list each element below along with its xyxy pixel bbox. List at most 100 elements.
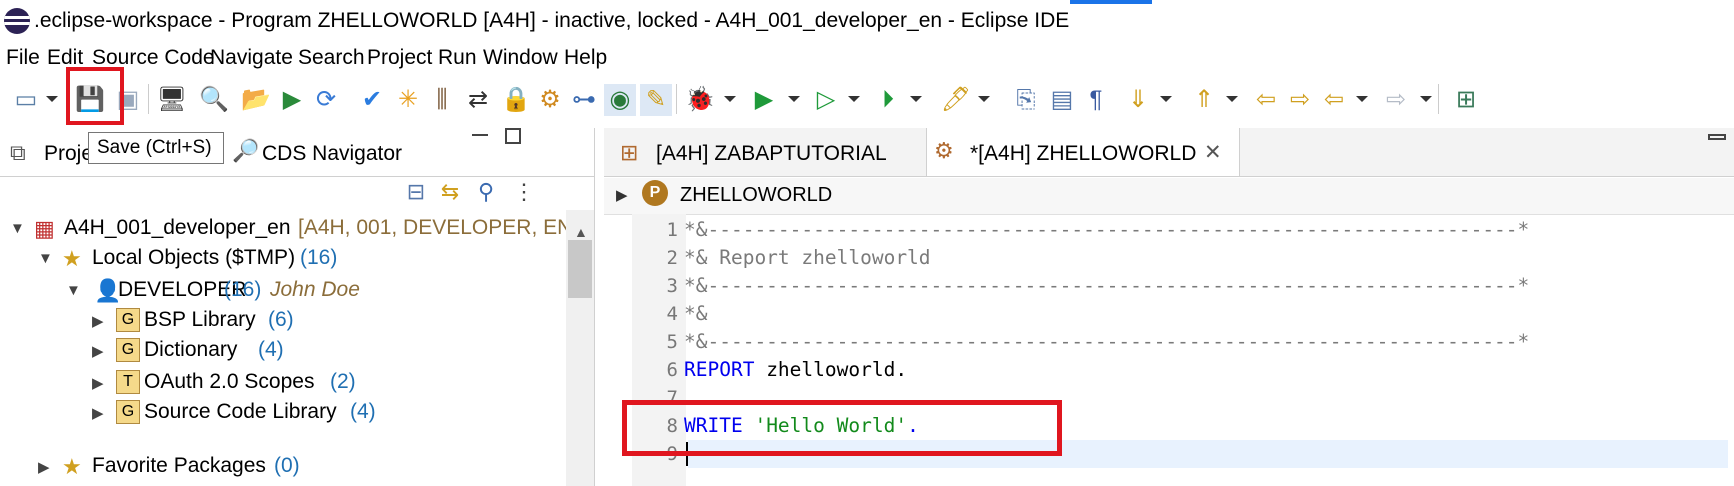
code-line-3[interactable]: *&--------------------------------------…	[684, 274, 1529, 297]
link-with-editor-icon[interactable]: ⇆	[434, 176, 466, 208]
hierarchy-icon[interactable]: ⊶	[568, 84, 600, 116]
new-dropdown-icon[interactable]	[46, 96, 58, 102]
monitor-icon[interactable]: 🖥	[156, 84, 188, 116]
compare-icon[interactable]: ⇄	[462, 84, 494, 116]
abap-project-icon: ▦	[34, 216, 55, 241]
tab-project-explorer[interactable]: Proje	[44, 142, 93, 166]
toolbar-separator	[148, 84, 149, 114]
chevron-right-icon[interactable]: ▶	[616, 186, 628, 204]
external-tools-icon[interactable]: ⏵	[872, 84, 904, 116]
tree-item-count: (4)	[258, 338, 284, 361]
minimize-icon[interactable]	[472, 134, 488, 136]
menu-run[interactable]: Run	[438, 46, 477, 70]
forward-icon[interactable]: ⇨	[1380, 84, 1412, 116]
tree-scrollbar-thumb[interactable]	[568, 240, 592, 298]
tree-item-source-code-library[interactable]: ▶ G Source Code Library (4)	[0, 398, 566, 430]
chevron-down-icon[interactable]: ▼	[66, 282, 81, 299]
back-icon[interactable]: ⇦	[1318, 84, 1350, 116]
line-number: 2	[666, 247, 678, 269]
tab-zabaptutorial[interactable]: [A4H] ZABAPTUTORIAL	[656, 142, 887, 166]
menu-window[interactable]: Window	[483, 46, 558, 70]
debug-icon[interactable]: 🐞	[684, 84, 716, 116]
highlight-icon[interactable]: ✎	[640, 84, 672, 116]
annotation-icon[interactable]: ⎘	[1010, 84, 1042, 116]
menu-search[interactable]: Search	[298, 46, 365, 70]
whitespace-icon[interactable]: ¶	[1080, 84, 1112, 116]
tree-item-dictionary[interactable]: ▶ G Dictionary (4)	[0, 336, 566, 368]
open-folder-icon[interactable]: 📂	[240, 84, 272, 116]
run-dropdown-icon[interactable]	[788, 96, 800, 102]
tab-zhelloworld-label: *[A4H] ZHELLOWORLD	[970, 142, 1197, 165]
program-name: zhelloworld.	[754, 358, 908, 381]
previous-annotation-icon[interactable]: ⇑	[1188, 84, 1220, 116]
chevron-right-icon[interactable]: ▶	[92, 312, 104, 330]
run-profile-dropdown-icon[interactable]	[848, 96, 860, 102]
new-icon[interactable]: ▭	[10, 84, 42, 116]
open-perspective-icon[interactable]: ⊞	[1450, 84, 1482, 116]
minimize-icon[interactable]	[1708, 134, 1726, 140]
tree-item-label: OAuth 2.0 Scopes	[144, 370, 315, 393]
last-edit-icon[interactable]: ⇦	[1250, 84, 1282, 116]
back-dropdown-icon[interactable]	[1356, 96, 1368, 102]
tree-item-project[interactable]: ▼ ▦ A4H_001_developer_en [A4H, 001, DEVE…	[0, 214, 578, 246]
scroll-up-icon[interactable]: ▲	[574, 224, 588, 240]
chevron-right-icon[interactable]: ▶	[92, 404, 104, 422]
eclipse-logo-icon	[4, 8, 30, 34]
chevron-right-icon[interactable]: ▶	[92, 374, 104, 392]
next-annotation-dropdown-icon[interactable]	[1160, 96, 1172, 102]
transport-icon[interactable]: ⚙	[534, 84, 566, 116]
forward-edit-icon[interactable]: ⇨	[1284, 84, 1316, 116]
marker-dropdown-icon[interactable]	[978, 96, 990, 102]
menu-project[interactable]: Project	[367, 46, 432, 70]
package-group-icon: G	[116, 338, 140, 362]
chevron-down-icon[interactable]: ▼	[38, 250, 53, 267]
menu-navigate[interactable]: Navigate	[210, 46, 293, 70]
tree-item-count: (16)	[300, 246, 338, 269]
view-menu-icon[interactable]: ⋮	[508, 176, 540, 208]
breadcrumb-item[interactable]: ZHELLOWORLD	[680, 184, 832, 207]
previous-annotation-dropdown-icon[interactable]	[1226, 96, 1238, 102]
menu-file[interactable]: File	[6, 46, 40, 70]
tree-item-label: BSP Library	[144, 308, 256, 331]
tab-cds-navigator[interactable]: CDS Navigator	[262, 142, 402, 166]
chevron-right-icon[interactable]: ▶	[38, 458, 50, 476]
activate-icon[interactable]: ✳	[392, 84, 424, 116]
run-profile-icon[interactable]: ▷	[810, 84, 842, 116]
title-bar: .eclipse-workspace - Program ZHELLOWORLD…	[0, 0, 1734, 44]
marker-icon[interactable]: 🖊	[940, 84, 972, 116]
check-icon[interactable]: ✔	[356, 84, 388, 116]
tree-item-local-objects[interactable]: ▼ ★ Local Objects ($TMP) (16)	[0, 244, 566, 276]
maximize-icon[interactable]	[505, 128, 521, 144]
activate-all-icon[interactable]: ⫼	[426, 84, 458, 116]
code-line-5[interactable]: *&--------------------------------------…	[684, 330, 1529, 353]
block-selection-icon[interactable]: ▤	[1046, 84, 1078, 116]
code-line-2[interactable]: *& Report zhelloworld	[684, 246, 931, 269]
chevron-right-icon[interactable]: ▶	[92, 342, 104, 360]
filter-icon[interactable]: ⚲	[470, 176, 502, 208]
code-line-4[interactable]: *&	[684, 302, 707, 325]
tree-item-developer[interactable]: ▼ 👤 DEVELOPER (16) John Doe	[0, 276, 566, 308]
favorite-package-icon: ★	[62, 454, 82, 479]
chevron-down-icon[interactable]: ▼	[10, 220, 25, 237]
refresh-icon[interactable]: ⟳	[310, 84, 342, 116]
menu-help[interactable]: Help	[564, 46, 607, 70]
save-tooltip: Save (Ctrl+S)	[88, 132, 224, 164]
tree-item-bsp-library[interactable]: ▶ G BSP Library (6)	[0, 306, 566, 338]
next-annotation-icon[interactable]: ⇓	[1122, 84, 1154, 116]
collapse-all-icon[interactable]: ⊟	[400, 176, 432, 208]
lock-icon[interactable]: 🔒	[500, 84, 532, 116]
tree-item-favorite-packages[interactable]: ▶ ★ Favorite Packages (0)	[0, 452, 566, 484]
run-icon[interactable]: ▶	[748, 84, 780, 116]
close-icon[interactable]: ✕	[1204, 140, 1222, 165]
external-tools-dropdown-icon[interactable]	[910, 96, 922, 102]
tree-item-oauth-scopes[interactable]: ▶ T OAuth 2.0 Scopes (2)	[0, 368, 566, 400]
code-line-1[interactable]: *&--------------------------------------…	[684, 218, 1529, 241]
run-object-icon[interactable]: ▶	[276, 84, 308, 116]
link-editor-icon[interactable]: ◉	[604, 84, 636, 116]
debug-dropdown-icon[interactable]	[724, 96, 736, 102]
code-line-6[interactable]: REPORT zhelloworld.	[684, 358, 907, 381]
forward-dropdown-icon[interactable]	[1420, 96, 1432, 102]
tree-item-count: (6)	[268, 308, 294, 331]
search-icon[interactable]: 🔍	[198, 84, 230, 116]
tree-item-label: Source Code Library	[144, 400, 337, 423]
